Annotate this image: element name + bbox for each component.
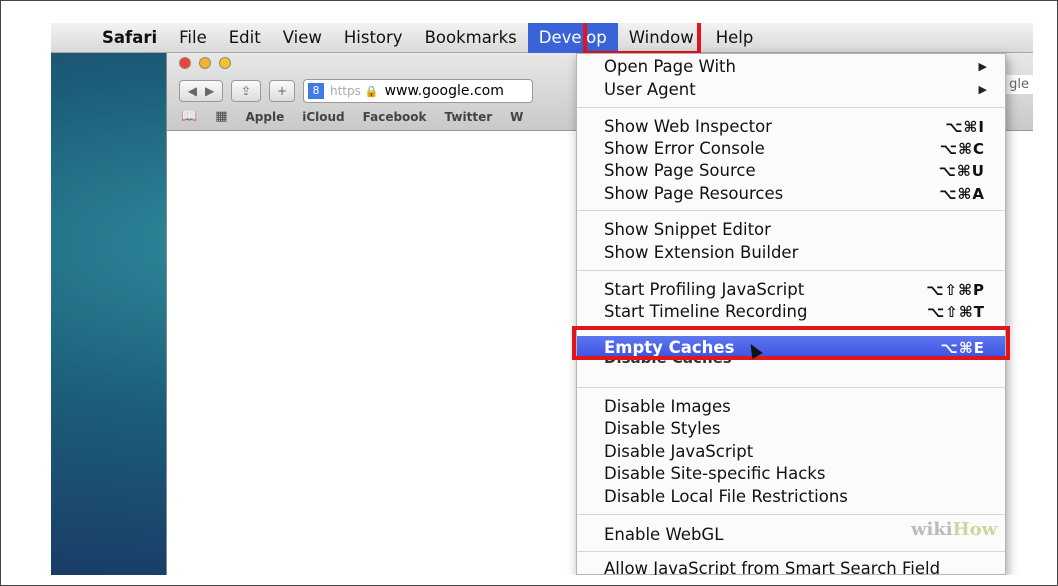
menu-item-label: Show Page Resources: [604, 184, 784, 203]
menu-item-user-agent[interactable]: User Agent ▶: [577, 79, 1005, 101]
back-icon[interactable]: ◀: [188, 84, 197, 98]
url-text: www.google.com: [384, 83, 504, 99]
zoom-window-button[interactable]: [219, 57, 231, 69]
menu-help[interactable]: Help: [705, 23, 765, 53]
favorite-facebook[interactable]: Facebook: [363, 110, 427, 124]
menu-item-label: Show Page Source: [604, 161, 756, 180]
watermark-how: How: [952, 519, 998, 540]
favorites-bar: 📖 ▦ Apple iCloud Facebook Twitter W: [181, 109, 523, 124]
google-icon: 8: [308, 83, 324, 99]
develop-menu: Open Page With ▶ User Agent ▶ Show Web I…: [576, 53, 1006, 575]
share-button[interactable]: ⇪: [231, 80, 261, 102]
menu-item-label: Show Extension Builder: [604, 243, 799, 262]
menu-item-show-page-source[interactable]: Show Page Source ⌥⌘U: [577, 160, 1005, 182]
menu-item-label: Show Snippet Editor: [604, 220, 771, 239]
menu-item-disable-local-file[interactable]: Disable Local File Restrictions: [577, 486, 1005, 508]
menu-item-label: User Agent: [604, 80, 696, 99]
menu-bookmarks[interactable]: Bookmarks: [414, 23, 528, 53]
search-field-hint[interactable]: gle: [1004, 75, 1033, 94]
menu-item-disable-javascript[interactable]: Disable JavaScript: [577, 441, 1005, 463]
menu-item-label: Disable Images: [604, 397, 731, 416]
desktop: ◀ ▶ ⇪ + 8 https 🔒 www.google.com 📖 ▦ App…: [51, 23, 1033, 575]
menu-item-open-page-with[interactable]: Open Page With ▶: [577, 56, 1005, 78]
top-sites-icon[interactable]: ▦: [215, 109, 227, 124]
menu-separator: [577, 210, 1005, 211]
shortcut-label: ⌥⌘I: [945, 118, 985, 136]
add-bookmark-button[interactable]: +: [269, 80, 295, 102]
https-label: https: [330, 84, 361, 98]
menu-item-show-error-console[interactable]: Show Error Console ⌥⌘C: [577, 138, 1005, 160]
menu-separator: [577, 551, 1005, 552]
minimize-window-button[interactable]: [199, 57, 211, 69]
menu-item-show-snippet-editor[interactable]: Show Snippet Editor: [577, 219, 1005, 241]
annotation-box-empty-caches: [572, 326, 1010, 360]
menu-item-show-page-resources[interactable]: Show Page Resources ⌥⌘A: [577, 183, 1005, 205]
menu-separator: [577, 514, 1005, 515]
shortcut-label: ⌥⌘C: [939, 140, 985, 158]
image-frame: ◀ ▶ ⇪ + 8 https 🔒 www.google.com 📖 ▦ App…: [0, 0, 1058, 586]
reading-list-icon[interactable]: 📖: [181, 109, 197, 124]
menu-file[interactable]: File: [168, 23, 218, 53]
menu-item-allow-js-smart-search[interactable]: Allow JavaScript from Smart Search Field: [577, 558, 1005, 575]
menu-item-start-timeline[interactable]: Start Timeline Recording ⌥⇧⌘T: [577, 301, 1005, 323]
favorite-apple[interactable]: Apple: [245, 110, 284, 124]
menu-safari[interactable]: Safari: [91, 23, 168, 53]
shortcut-label: ⌥⌘U: [938, 162, 985, 180]
annotation-box-develop: [583, 23, 701, 55]
close-window-button[interactable]: [179, 57, 191, 69]
share-icon: ⇪: [240, 84, 252, 98]
menu-item-label: Show Web Inspector: [604, 117, 772, 136]
menu-history[interactable]: History: [333, 23, 414, 53]
menu-item-label: Enable WebGL: [604, 525, 724, 544]
menu-item-label: Show Error Console: [604, 139, 765, 158]
menu-item-label: Allow JavaScript from Smart Search Field: [604, 559, 941, 575]
address-bar[interactable]: 8 https 🔒 www.google.com: [303, 79, 533, 103]
menu-separator: [577, 270, 1005, 271]
menu-view[interactable]: View: [272, 23, 333, 53]
shortcut-label: ⌥⇧⌘P: [926, 281, 985, 299]
back-forward-buttons[interactable]: ◀ ▶: [179, 80, 223, 102]
menu-separator: [577, 107, 1005, 108]
menu-item-label: Start Timeline Recording: [604, 302, 808, 321]
plus-icon: +: [276, 84, 288, 98]
shortcut-label: ⌥⇧⌘T: [926, 303, 985, 321]
menu-item-disable-styles[interactable]: Disable Styles: [577, 418, 1005, 440]
menu-item-label: Start Profiling JavaScript: [604, 280, 805, 299]
submenu-arrow-icon: ▶: [978, 83, 987, 96]
menu-item-label: Disable JavaScript: [604, 442, 754, 461]
lock-icon: 🔒: [364, 84, 379, 98]
menu-bar: Safari File Edit View History Bookmarks …: [51, 23, 1033, 53]
watermark-wiki: wiki: [911, 519, 953, 540]
nav-row: ◀ ▶ ⇪ + 8 https 🔒 www.google.com: [179, 79, 533, 103]
menu-item-disable-site-hacks[interactable]: Disable Site-specific Hacks: [577, 463, 1005, 485]
favorite-icloud[interactable]: iCloud: [302, 110, 344, 124]
window-controls: [179, 57, 231, 69]
menu-item-label: Open Page With: [604, 57, 736, 76]
menu-item-disable-images[interactable]: Disable Images: [577, 396, 1005, 418]
menu-item-start-profiling-js[interactable]: Start Profiling JavaScript ⌥⇧⌘P: [577, 279, 1005, 301]
menu-edit[interactable]: Edit: [218, 23, 272, 53]
forward-icon[interactable]: ▶: [205, 84, 214, 98]
menu-separator: [577, 387, 1005, 388]
favorite-twitter[interactable]: Twitter: [445, 110, 493, 124]
submenu-arrow-icon: ▶: [978, 60, 987, 73]
shortcut-label: ⌥⌘A: [939, 185, 985, 203]
menu-item-show-extension-builder[interactable]: Show Extension Builder: [577, 242, 1005, 264]
menu-item-label: Disable Styles: [604, 419, 721, 438]
menu-item-label: Disable Site-specific Hacks: [604, 464, 826, 483]
menu-item-show-web-inspector[interactable]: Show Web Inspector ⌥⌘I: [577, 116, 1005, 138]
favorite-w[interactable]: W: [510, 110, 523, 124]
wikihow-watermark: wikiHow: [911, 519, 997, 540]
menu-item-label: Disable Local File Restrictions: [604, 487, 848, 506]
